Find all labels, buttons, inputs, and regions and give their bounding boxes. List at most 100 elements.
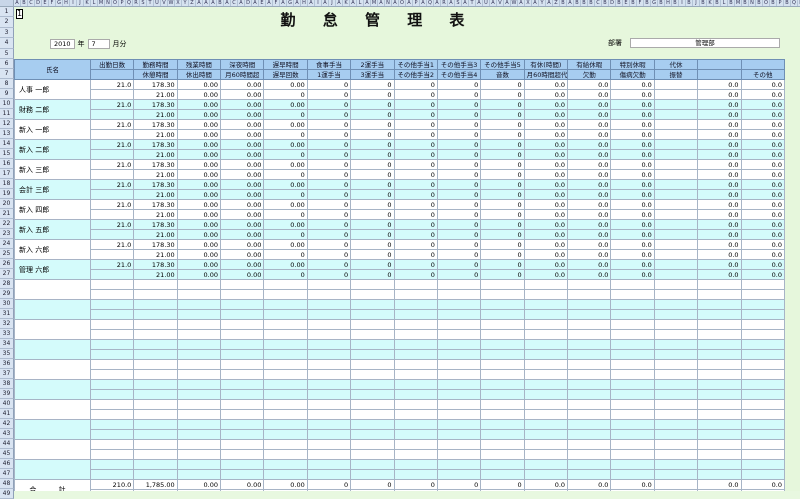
data-cell[interactable] (133, 339, 178, 350)
data-cell[interactable]: 0.0 (567, 89, 612, 100)
data-cell[interactable]: 0.0 (740, 109, 786, 120)
data-cell[interactable]: 0 (306, 169, 352, 180)
data-cell[interactable]: 0 (263, 109, 308, 120)
data-cell[interactable] (220, 359, 265, 370)
data-cell[interactable] (436, 419, 482, 430)
data-cell[interactable] (263, 349, 308, 360)
data-cell[interactable]: 0.0 (697, 189, 742, 200)
column-header[interactable]: その他手当3 (436, 59, 482, 70)
data-cell[interactable] (480, 429, 525, 440)
data-cell[interactable]: 0.0 (567, 179, 612, 190)
data-cell[interactable] (350, 339, 395, 350)
row-number[interactable]: 43 (0, 429, 14, 439)
data-cell[interactable] (263, 279, 308, 290)
data-cell[interactable] (610, 289, 655, 300)
column-header[interactable]: その他手当2 (393, 69, 438, 80)
data-cell[interactable] (350, 369, 395, 380)
row-number[interactable]: 8 (0, 79, 14, 89)
data-cell[interactable]: 21.0 (89, 99, 135, 110)
data-cell[interactable] (306, 369, 352, 380)
data-cell[interactable] (89, 169, 135, 180)
data-cell[interactable]: 21.0 (89, 119, 135, 130)
data-cell[interactable] (176, 319, 222, 330)
column-letter[interactable]: B (700, 0, 707, 6)
data-cell[interactable]: 21.0 (89, 239, 135, 250)
data-cell[interactable]: 0 (480, 159, 525, 170)
data-cell[interactable]: 0.00 (176, 169, 222, 180)
data-cell[interactable] (480, 409, 525, 420)
data-cell[interactable]: 0 (436, 89, 482, 100)
column-letter[interactable]: A (308, 0, 315, 6)
data-cell[interactable] (393, 369, 438, 380)
data-cell[interactable]: 0 (393, 99, 438, 110)
data-cell[interactable] (740, 409, 786, 420)
column-letter[interactable]: E (42, 0, 49, 6)
data-cell[interactable] (306, 319, 352, 330)
data-cell[interactable]: 0 (350, 189, 395, 200)
employee-name[interactable]: 新入 一郎 (14, 119, 91, 140)
data-cell[interactable]: 0 (306, 139, 352, 150)
data-cell[interactable] (653, 259, 699, 270)
row-number[interactable]: 6 (0, 59, 14, 69)
data-cell[interactable] (567, 279, 612, 290)
column-letter[interactable]: T (469, 0, 476, 6)
data-cell[interactable]: 0.00 (176, 229, 222, 240)
data-cell[interactable] (740, 379, 786, 390)
data-cell[interactable]: 0.0 (523, 79, 569, 90)
data-cell[interactable]: 21.0 (89, 139, 135, 150)
data-cell[interactable] (610, 409, 655, 420)
data-cell[interactable] (697, 289, 742, 300)
data-cell[interactable]: 0 (393, 209, 438, 220)
data-cell[interactable] (306, 359, 352, 370)
data-cell[interactable] (393, 289, 438, 300)
data-cell[interactable]: 0 (263, 89, 308, 100)
total-cell[interactable]: 0.00 (263, 479, 308, 490)
data-cell[interactable]: 0.0 (523, 259, 569, 270)
data-cell[interactable] (697, 319, 742, 330)
data-cell[interactable] (653, 329, 699, 340)
data-cell[interactable] (220, 299, 265, 310)
row-number[interactable]: 14 (0, 139, 14, 149)
column-header[interactable]: 振替 (653, 69, 699, 80)
data-cell[interactable] (263, 409, 308, 420)
data-cell[interactable]: 178.30 (133, 179, 178, 190)
data-cell[interactable]: 0.0 (740, 139, 786, 150)
data-cell[interactable] (263, 449, 308, 460)
data-cell[interactable]: 0 (393, 219, 438, 230)
column-letter[interactable]: H (665, 0, 672, 6)
data-cell[interactable] (306, 419, 352, 430)
total-cell[interactable]: 0.0 (523, 479, 569, 490)
data-cell[interactable] (306, 409, 352, 420)
data-cell[interactable] (653, 229, 699, 240)
data-cell[interactable] (740, 319, 786, 330)
data-cell[interactable]: 0 (480, 179, 525, 190)
data-cell[interactable]: 0 (436, 79, 482, 90)
data-cell[interactable]: 0.00 (220, 119, 265, 130)
data-cell[interactable]: 21.0 (89, 159, 135, 170)
data-cell[interactable]: 0.0 (610, 209, 655, 220)
data-cell[interactable] (653, 389, 699, 400)
data-cell[interactable] (436, 369, 482, 380)
row-number[interactable]: 9 (0, 89, 14, 99)
data-cell[interactable]: 0 (263, 269, 308, 280)
data-cell[interactable]: 0 (480, 239, 525, 250)
data-cell[interactable] (393, 339, 438, 350)
data-cell[interactable] (350, 379, 395, 390)
data-cell[interactable] (567, 309, 612, 320)
data-cell[interactable]: 0.0 (697, 259, 742, 270)
data-cell[interactable] (89, 309, 135, 320)
data-cell[interactable] (393, 389, 438, 400)
data-cell[interactable]: 0.0 (740, 89, 786, 100)
month-cell[interactable]: 7 (87, 38, 110, 49)
data-cell[interactable]: 0.00 (220, 109, 265, 120)
data-cell[interactable] (176, 389, 222, 400)
data-cell[interactable] (523, 409, 569, 420)
data-cell[interactable]: 0.0 (697, 269, 742, 280)
row-number[interactable]: 38 (0, 379, 14, 389)
row-number[interactable]: 34 (0, 339, 14, 349)
column-letter[interactable]: E (623, 0, 630, 6)
data-cell[interactable]: 0 (480, 149, 525, 160)
column-header[interactable]: 特別休暇 (610, 59, 655, 70)
data-cell[interactable] (523, 329, 569, 340)
column-letter[interactable]: C (28, 0, 35, 6)
